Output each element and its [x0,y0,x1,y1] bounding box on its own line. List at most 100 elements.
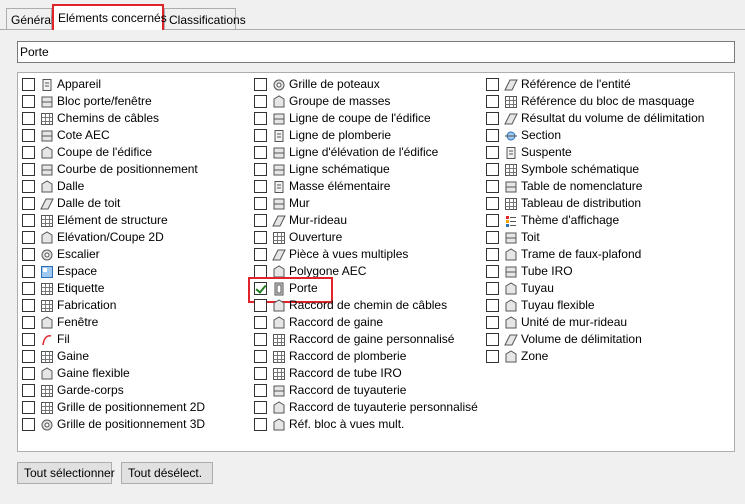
object-type-checkbox[interactable] [486,350,499,363]
object-type-item[interactable]: Ouverture [254,229,486,246]
select-all-button[interactable]: Tout sélectionner [17,462,115,484]
object-type-checkbox[interactable] [22,78,35,91]
object-type-checkbox[interactable] [254,367,267,380]
selected-objects-field[interactable]: Porte [17,41,735,63]
object-type-item[interactable]: Zone [486,348,732,365]
object-type-checkbox[interactable] [22,180,35,193]
object-type-item[interactable]: Suspente [486,144,732,161]
object-type-checkbox[interactable] [254,112,267,125]
object-type-item[interactable]: Polygone AEC [254,263,486,280]
tab-classifications[interactable]: Classifications [164,8,246,30]
object-type-checkbox[interactable] [254,350,267,363]
object-type-item[interactable]: Dalle de toit [22,195,252,212]
tab-general[interactable]: Général [6,8,54,30]
object-type-checkbox[interactable] [22,146,35,159]
object-type-checkbox[interactable] [22,231,35,244]
object-type-checkbox[interactable] [486,214,499,227]
object-type-checkbox[interactable] [22,163,35,176]
object-type-checkbox[interactable] [254,299,267,312]
object-type-item[interactable]: Ligne de coupe de l'édifice [254,110,486,127]
object-type-checkbox[interactable] [22,248,35,261]
object-type-item[interactable]: Coupe de l'édifice [22,144,252,161]
object-type-item[interactable]: Trame de faux-plafond [486,246,732,263]
object-type-checkbox[interactable] [486,299,499,312]
object-type-item[interactable]: Raccord de gaine personnalisé [254,331,486,348]
object-type-checkbox[interactable] [254,95,267,108]
object-type-item[interactable]: Mur-rideau [254,212,486,229]
object-type-checkbox[interactable] [254,146,267,159]
object-type-item[interactable]: Gaine [22,348,252,365]
object-type-checkbox[interactable] [22,129,35,142]
object-type-item[interactable]: Grille de positionnement 2D [22,399,252,416]
object-type-checkbox[interactable] [22,418,35,431]
object-type-item[interactable]: Référence de l'entité [486,76,732,93]
object-type-checkbox[interactable] [486,78,499,91]
object-type-checkbox[interactable] [254,316,267,329]
object-type-item[interactable]: Ligne d'élévation de l'édifice [254,144,486,161]
object-type-item[interactable]: Raccord de tuyauterie personnalisé [254,399,486,416]
object-type-checkbox[interactable] [22,265,35,278]
object-type-checkbox[interactable] [254,129,267,142]
object-type-item[interactable]: Ligne de plomberie [254,127,486,144]
object-type-checkbox[interactable] [22,350,35,363]
object-type-checkbox[interactable] [254,401,267,414]
object-type-checkbox[interactable] [22,316,35,329]
object-type-item[interactable]: Tube IRO [486,263,732,280]
object-type-checkbox[interactable] [486,248,499,261]
object-type-item[interactable]: Thème d'affichage [486,212,732,229]
object-type-item[interactable]: Garde-corps [22,382,252,399]
object-type-checkbox[interactable] [22,401,35,414]
object-type-list[interactable]: Appareil Bloc porte/fenêtre Chemins de câb… [17,72,735,452]
object-type-checkbox[interactable] [486,197,499,210]
object-type-checkbox[interactable] [486,316,499,329]
object-type-item[interactable]: Tuyau [486,280,732,297]
object-type-checkbox[interactable] [22,333,35,346]
object-type-item[interactable]: Escalier [22,246,252,263]
object-type-checkbox[interactable] [486,265,499,278]
object-type-item[interactable]: Masse élémentaire [254,178,486,195]
object-type-item[interactable]: Toit [486,229,732,246]
object-type-item[interactable]: Gaine flexible [22,365,252,382]
object-type-item[interactable]: Elévation/Coupe 2D [22,229,252,246]
object-type-checkbox[interactable] [254,214,267,227]
object-type-item[interactable]: Volume de délimitation [486,331,732,348]
object-type-checkbox[interactable] [486,163,499,176]
object-type-item[interactable]: Raccord de tuyauterie [254,382,486,399]
object-type-item[interactable]: Etiquette [22,280,252,297]
object-type-checkbox[interactable] [254,197,267,210]
object-type-checkbox[interactable] [254,333,267,346]
object-type-item[interactable]: Ligne schématique [254,161,486,178]
object-type-checkbox[interactable] [486,112,499,125]
object-type-item[interactable]: Cote AEC [22,127,252,144]
object-type-checkbox[interactable] [22,214,35,227]
object-type-item[interactable]: Elément de structure [22,212,252,229]
object-type-item[interactable]: Espace [22,263,252,280]
object-type-item[interactable]: Raccord de gaine [254,314,486,331]
object-type-item[interactable]: Courbe de positionnement [22,161,252,178]
object-type-checkbox[interactable] [254,231,267,244]
object-type-item[interactable]: Mur [254,195,486,212]
object-type-checkbox[interactable] [254,78,267,91]
object-type-item[interactable]: Table de nomenclature [486,178,732,195]
object-type-item[interactable]: Pièce à vues multiples [254,246,486,263]
object-type-item[interactable]: Porte [248,277,486,303]
object-type-item[interactable]: Bloc porte/fenêtre [22,93,252,110]
object-type-item[interactable]: Appareil [22,76,252,93]
object-type-checkbox[interactable] [486,333,499,346]
object-type-item[interactable]: Symbole schématique [486,161,732,178]
object-type-checkbox[interactable] [254,180,267,193]
object-type-checkbox[interactable] [486,129,499,142]
object-type-item[interactable]: Section [486,127,732,144]
object-type-item[interactable]: Fil [22,331,252,348]
object-type-checkbox[interactable] [254,248,267,261]
object-type-item[interactable]: Raccord de tube IRO [254,365,486,382]
object-type-item[interactable]: Référence du bloc de masquage [486,93,732,110]
object-type-item[interactable]: Réf. bloc à vues mult. [254,416,486,433]
object-type-item[interactable]: Résultat du volume de délimitation [486,110,732,127]
object-type-item[interactable]: Dalle [22,178,252,195]
object-type-item[interactable]: Grille de positionnement 3D [22,416,252,433]
object-type-checkbox[interactable] [22,384,35,397]
object-type-checkbox[interactable] [22,282,35,295]
object-type-checkbox[interactable] [254,384,267,397]
object-type-item[interactable]: Raccord de chemin de câbles [254,297,486,314]
